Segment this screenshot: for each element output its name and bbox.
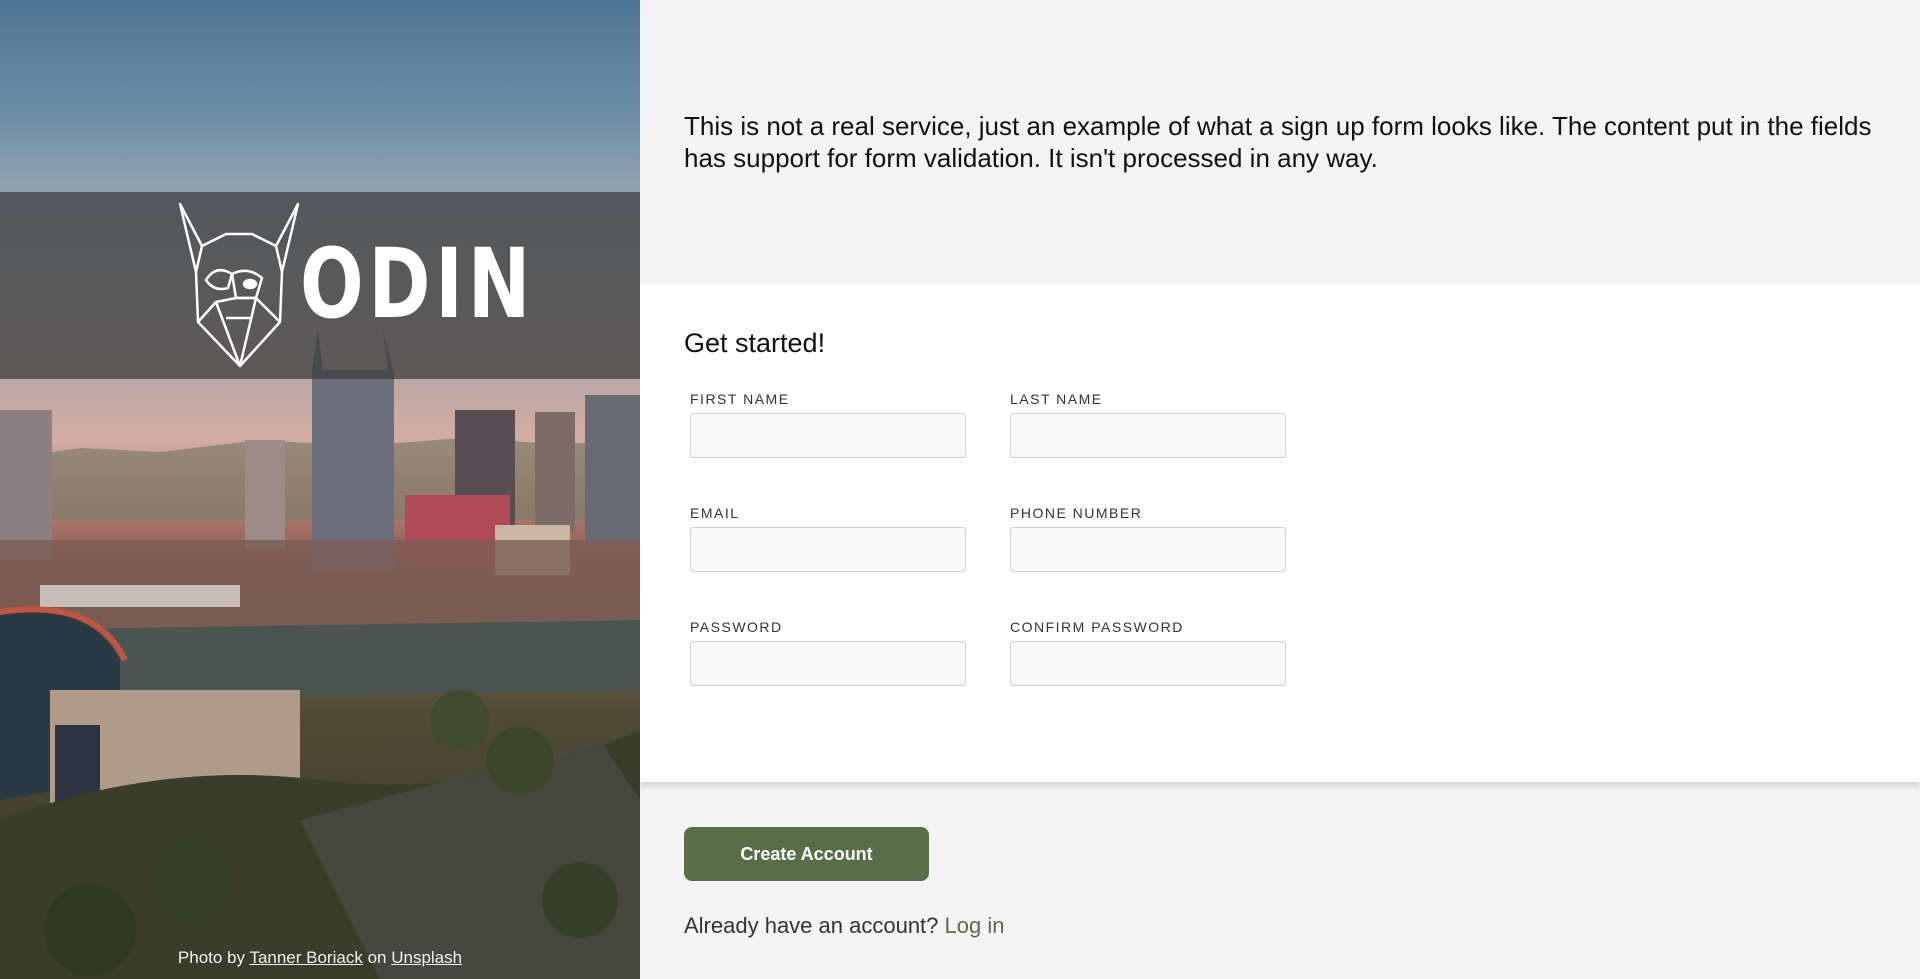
first-name-group: FIRST NAME [690,391,966,458]
last-name-label: LAST NAME [1010,391,1103,407]
credit-middle: on [367,948,387,967]
credit-author-link[interactable]: Tanner Boriack [249,948,362,967]
form-heading: Get started! [684,328,826,358]
create-account-button[interactable]: Create Account [684,827,929,881]
first-name-label: FIRST NAME [690,391,790,407]
photo-credit: Photo by Tanner Boriack on Unsplash [0,948,640,968]
hero-image-panel: ODIN Photo by Tanner Boriack on Unsplash [0,0,640,979]
first-name-input[interactable] [690,413,966,458]
signup-form: FIRST NAME LAST NAME EMAIL PHONE NUMBER … [684,391,1876,686]
viking-dog-icon [178,202,300,368]
confirm-password-group: CONFIRM PASSWORD [1010,619,1286,686]
credit-prefix: Photo by [177,948,246,967]
logo-text: ODIN [300,228,536,340]
phone-label: PHONE NUMBER [1010,505,1143,521]
last-name-group: LAST NAME [1010,391,1286,458]
email-group: EMAIL [690,505,966,572]
password-input[interactable] [690,641,966,686]
email-input[interactable] [690,527,966,572]
login-prompt-text: Already have an account? [684,913,939,938]
login-link[interactable]: Log in [945,913,1005,938]
confirm-password-label: CONFIRM PASSWORD [1010,619,1184,635]
login-prompt-line: Already have an account? Log in [684,913,1876,939]
password-group: PASSWORD [690,619,966,686]
credit-source-link[interactable]: Unsplash [391,948,462,967]
city-skyline-image [0,330,640,979]
form-actions: Create Account Already have an account? … [640,782,1920,939]
confirm-password-input[interactable] [1010,641,1286,686]
signup-form-card: Get started! FIRST NAME LAST NAME EMAIL … [640,283,1920,782]
phone-input[interactable] [1010,527,1286,572]
signup-main: This is not a real service, just an exam… [640,0,1920,979]
intro-text: This is not a real service, just an exam… [684,111,1872,173]
phone-group: PHONE NUMBER [1010,505,1286,572]
intro-section: This is not a real service, just an exam… [640,0,1920,283]
last-name-input[interactable] [1010,413,1286,458]
password-label: PASSWORD [690,619,783,635]
email-label: EMAIL [690,505,740,521]
